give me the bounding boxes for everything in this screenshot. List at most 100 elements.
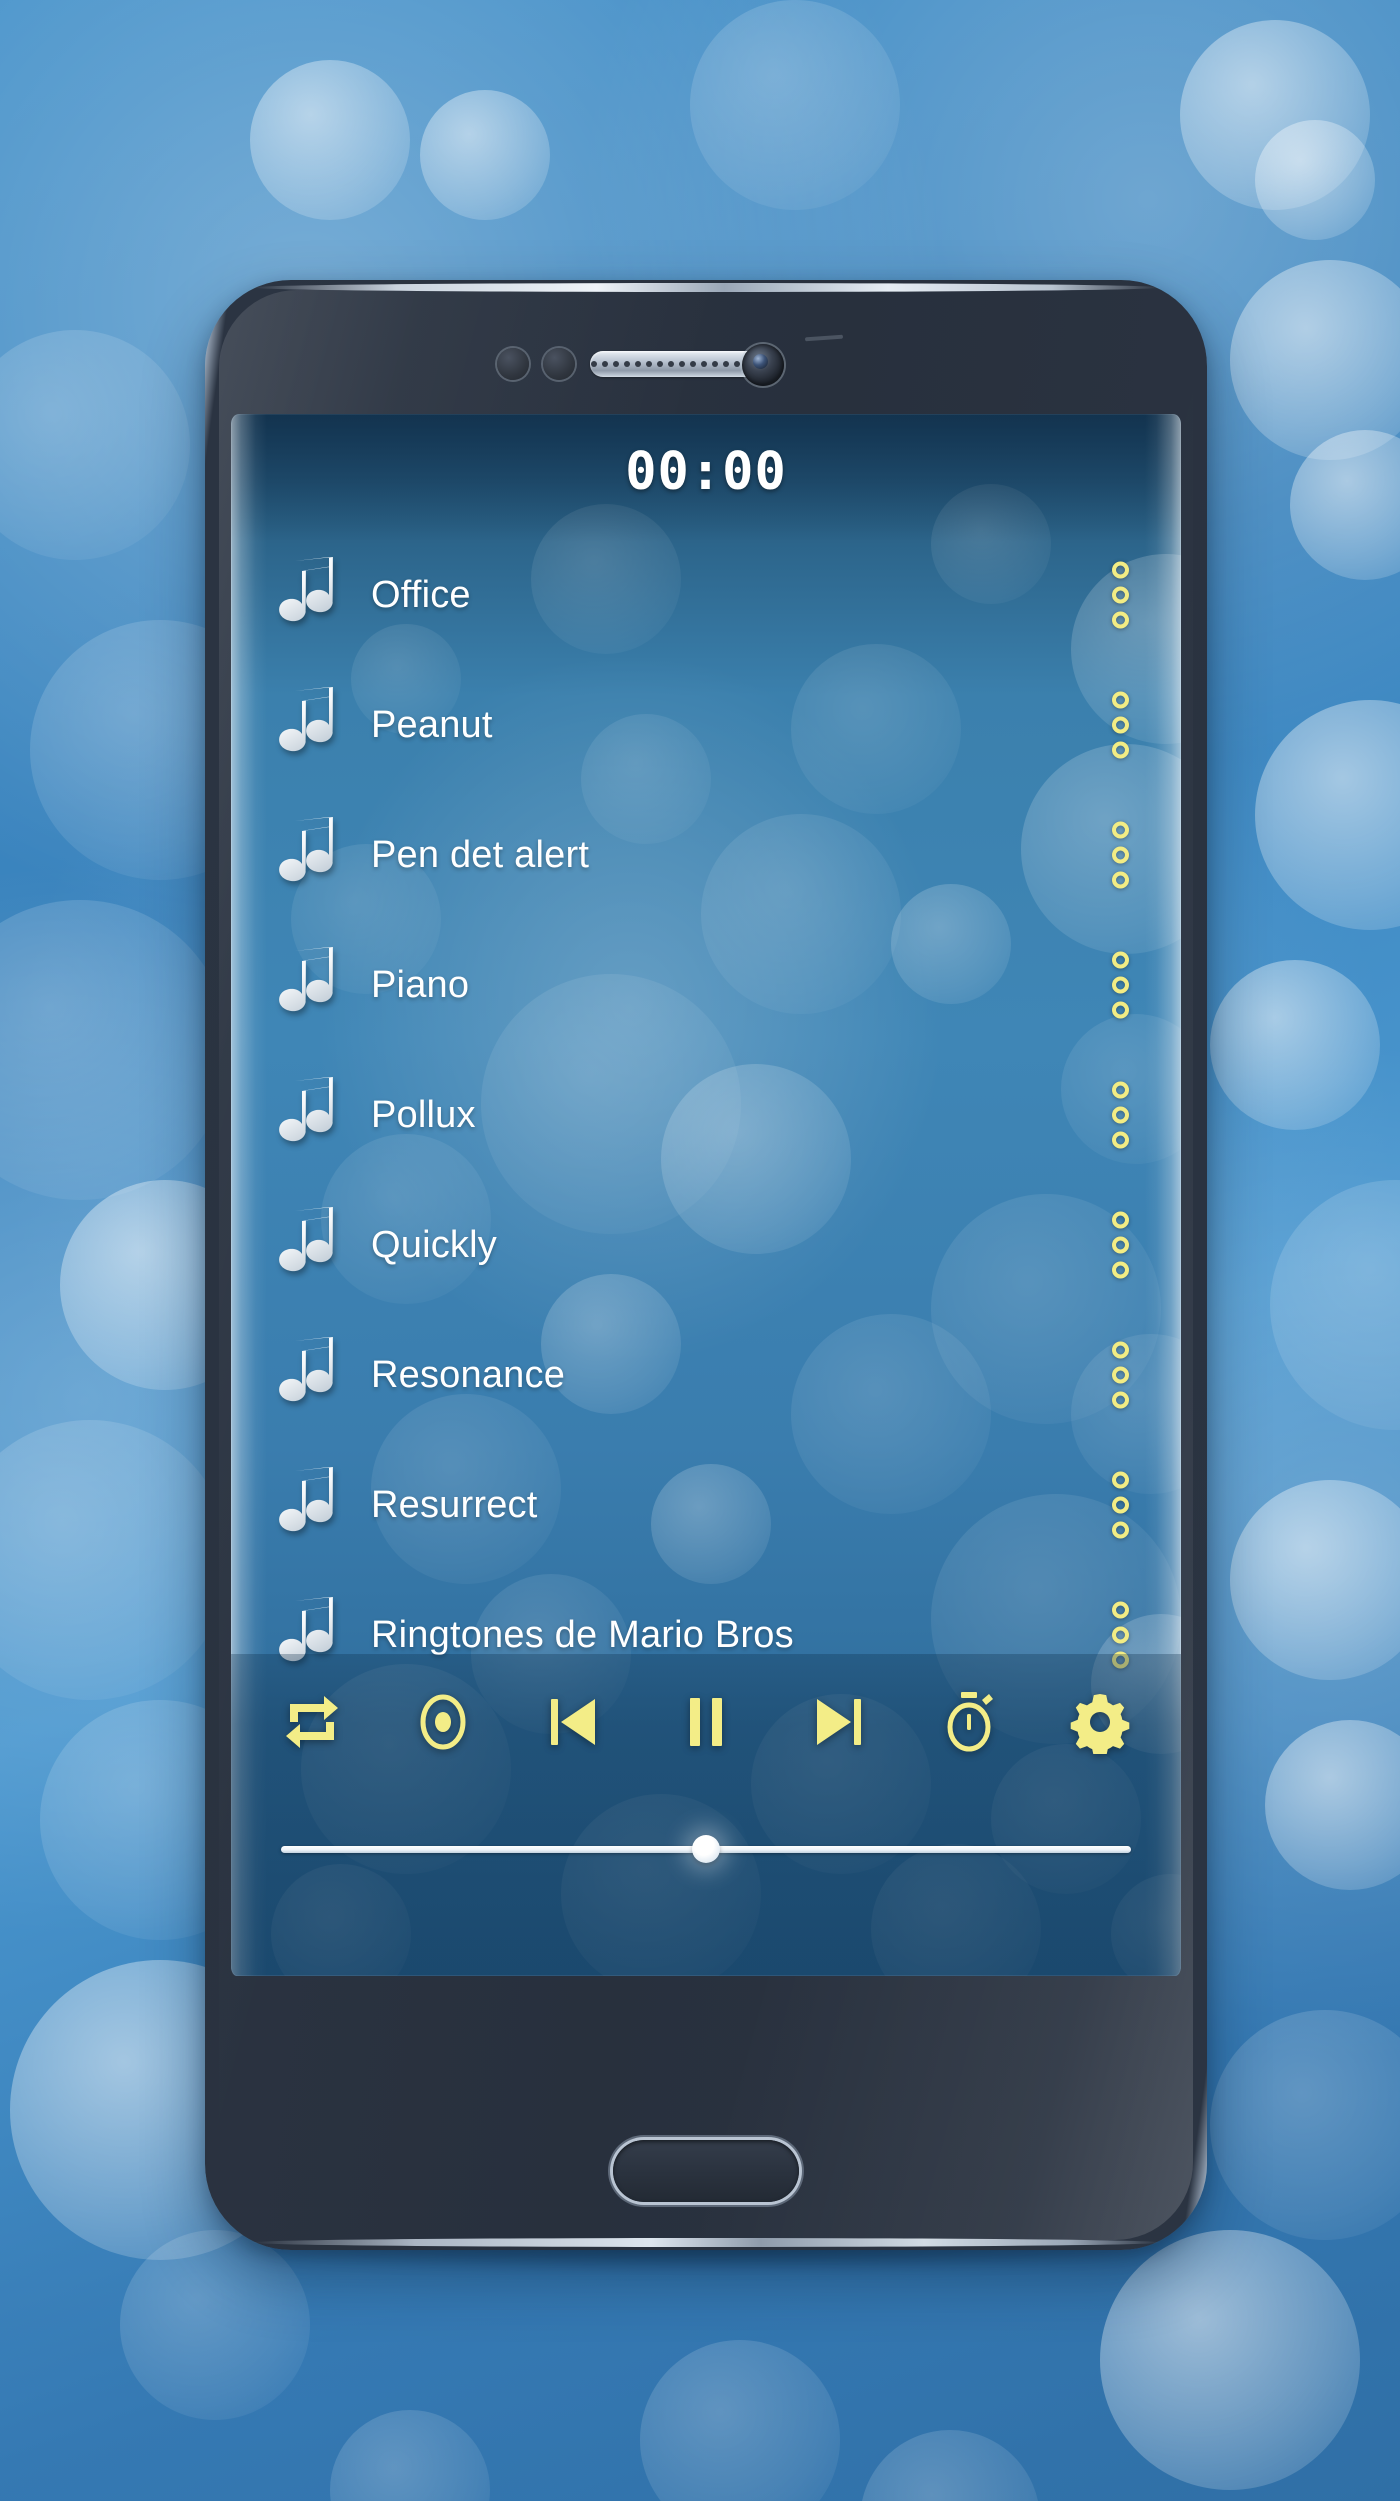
ringtone-title: Resurrect (371, 1483, 538, 1526)
speaker-hole (590, 361, 597, 367)
ringtone-title: Ringtones de Mario Bros (371, 1613, 794, 1656)
speaker-hole (601, 361, 608, 367)
overflow-dot (1112, 871, 1129, 889)
music-note-icon (273, 947, 337, 1023)
iris-scanner-mark (804, 334, 844, 342)
pause-icon (674, 1690, 738, 1754)
overflow-dot (1112, 1236, 1129, 1254)
app-bokeh-circle (1111, 1874, 1181, 1976)
clock-bar: 00:00 (231, 414, 1181, 530)
earpiece-speaker-icon (590, 351, 762, 377)
speaker-hole (656, 361, 663, 367)
list-item[interactable]: Pen det alert (231, 790, 1181, 920)
overflow-dot (1112, 586, 1129, 604)
repeat-button[interactable] (275, 1685, 349, 1759)
overflow-dot (1112, 1601, 1129, 1619)
speaker-hole (645, 361, 652, 367)
speaker-hole (623, 361, 630, 367)
music-note-icon (273, 1077, 337, 1153)
overflow-dot (1112, 846, 1129, 864)
speaker-hole (711, 361, 718, 367)
stopwatch-icon (937, 1690, 1001, 1754)
previous-icon (543, 1690, 607, 1754)
record-button[interactable] (406, 1685, 480, 1759)
screenshot-stage: 00:00 Office Peanut Pen det alert Piano Poll… (0, 0, 1400, 2501)
phone-top-hardware (205, 322, 1207, 398)
pause-button[interactable] (669, 1685, 743, 1759)
settings-button[interactable] (1063, 1685, 1137, 1759)
music-note-icon (273, 687, 337, 763)
speaker-hole (700, 361, 707, 367)
phone-screen: 00:00 Office Peanut Pen det alert Piano Poll… (231, 414, 1181, 1976)
list-item[interactable]: Quickly (231, 1180, 1181, 1310)
overflow-dot (1112, 821, 1129, 839)
overflow-dot (1112, 1496, 1129, 1514)
clock-display: 00:00 (625, 442, 787, 502)
speaker-hole (678, 361, 685, 367)
overflow-menu-icon[interactable] (1112, 1081, 1129, 1149)
overflow-dot (1112, 1626, 1129, 1644)
ringtone-title: Peanut (371, 703, 493, 746)
speaker-hole (733, 361, 740, 367)
overflow-dot (1112, 1001, 1129, 1019)
overflow-menu-icon[interactable] (1112, 951, 1129, 1019)
overflow-dot (1112, 1521, 1129, 1539)
overflow-menu-icon[interactable] (1112, 1341, 1129, 1409)
list-item[interactable]: Office (231, 530, 1181, 660)
overflow-dot (1112, 1391, 1129, 1409)
seek-bar[interactable] (231, 1814, 1181, 1884)
phone-device: 00:00 Office Peanut Pen det alert Piano Poll… (205, 280, 1207, 2250)
overflow-dot (1112, 1366, 1129, 1384)
overflow-dot (1112, 1261, 1129, 1279)
overflow-dot (1112, 1211, 1129, 1229)
previous-button[interactable] (538, 1685, 612, 1759)
music-note-icon (273, 1207, 337, 1283)
light-sensor-icon (543, 348, 575, 380)
overflow-menu-icon[interactable] (1112, 821, 1129, 889)
speaker-hole (667, 361, 674, 367)
overflow-dot (1112, 716, 1129, 734)
overflow-menu-icon[interactable] (1112, 561, 1129, 629)
next-button[interactable] (800, 1685, 874, 1759)
transport-controls[interactable] (231, 1654, 1181, 1790)
front-camera-icon (742, 344, 784, 386)
phone-rim-top (251, 283, 1161, 292)
home-button[interactable] (613, 2140, 799, 2202)
gear-icon (1068, 1690, 1132, 1754)
overflow-menu-icon[interactable] (1112, 691, 1129, 759)
overflow-dot (1112, 951, 1129, 969)
list-item[interactable]: Pollux (231, 1050, 1181, 1180)
phone-rim-bottom (251, 2238, 1161, 2247)
next-icon (805, 1690, 869, 1754)
overflow-dot (1112, 1081, 1129, 1099)
overflow-dot (1112, 1341, 1129, 1359)
overflow-dot (1112, 1106, 1129, 1124)
list-item[interactable]: Peanut (231, 660, 1181, 790)
overflow-dot (1112, 1131, 1129, 1149)
overflow-menu-icon[interactable] (1112, 1471, 1129, 1539)
ringtone-title: Piano (371, 963, 470, 1006)
seek-thumb[interactable] (692, 1835, 720, 1863)
ringtone-list[interactable]: Office Peanut Pen det alert Piano Pollux Quic… (231, 530, 1181, 1669)
seek-track[interactable] (281, 1835, 1131, 1863)
list-item[interactable]: Piano (231, 920, 1181, 1050)
list-item[interactable]: Resonance (231, 1310, 1181, 1440)
music-note-icon (273, 1337, 337, 1413)
overflow-dot (1112, 741, 1129, 759)
record-icon (411, 1690, 475, 1754)
proximity-sensor-icon (497, 348, 529, 380)
speaker-hole (634, 361, 641, 367)
music-note-icon (273, 1467, 337, 1543)
timer-button[interactable] (932, 1685, 1006, 1759)
music-note-icon (273, 557, 337, 633)
overflow-menu-icon[interactable] (1112, 1211, 1129, 1279)
ringtone-title: Pen det alert (371, 833, 590, 876)
overflow-dot (1112, 561, 1129, 579)
list-item[interactable]: Resurrect (231, 1440, 1181, 1570)
ringtone-title: Resonance (371, 1353, 566, 1396)
overflow-dot (1112, 976, 1129, 994)
ringtone-title: Quickly (371, 1223, 497, 1266)
overflow-dot (1112, 691, 1129, 709)
music-note-icon (273, 817, 337, 893)
repeat-icon (280, 1690, 344, 1754)
